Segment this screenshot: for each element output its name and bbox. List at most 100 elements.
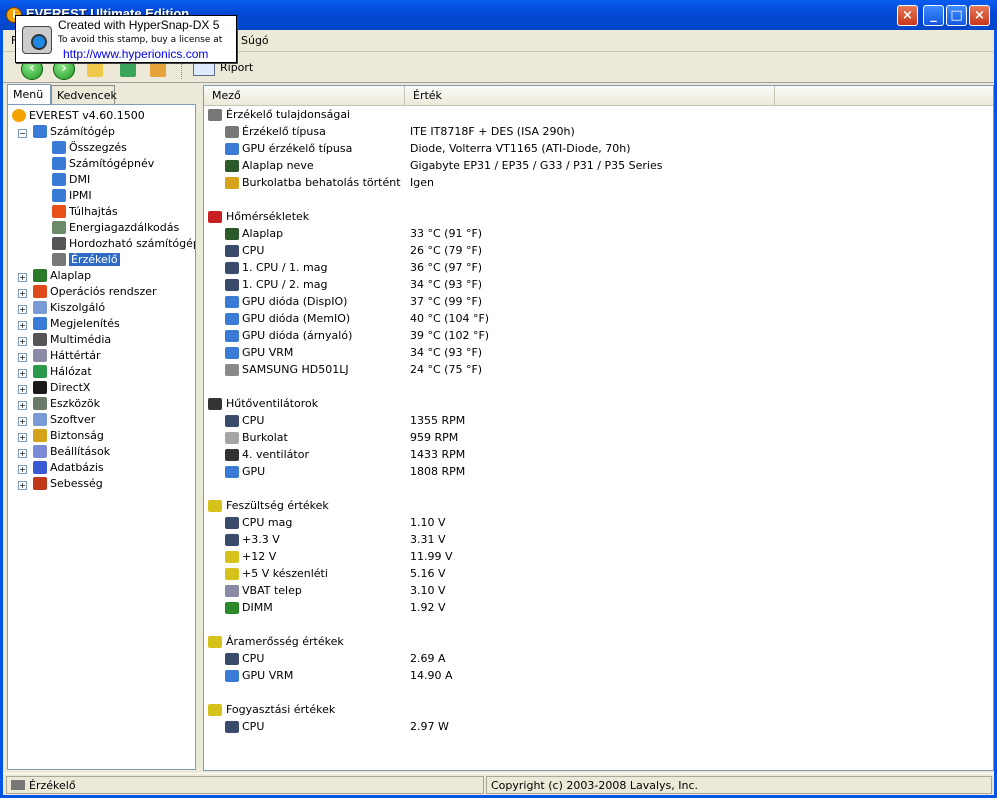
tree-item[interactable]: Háttértár <box>33 349 101 365</box>
detail-row[interactable]: +5 V készenléti 5.16 V <box>204 566 993 583</box>
tree-expander[interactable]: + <box>18 385 27 394</box>
tree-item[interactable]: Beállítások <box>33 445 110 461</box>
tree-item[interactable]: Eszközök <box>33 397 100 413</box>
column-value[interactable]: Érték <box>405 86 775 106</box>
detail-row[interactable]: CPU mag 1.10 V <box>204 515 993 532</box>
tree-item[interactable]: Multimédia <box>33 333 111 349</box>
detail-row[interactable]: Érzékelő típusa ITE IT8718F + DES (ISA 29… <box>204 124 993 141</box>
detail-row[interactable]: VBAT telep 3.10 V <box>204 583 993 600</box>
detail-value: 959 RPM <box>410 431 459 444</box>
maximize-button[interactable]: □ <box>946 5 967 26</box>
section-header[interactable]: Hőmérsékletek <box>204 209 993 226</box>
tree-item[interactable]: Számítógépnév <box>52 157 154 173</box>
detail-row[interactable]: GPU dióda (MemIO) 40 °C (104 °F) <box>204 311 993 328</box>
detail-row[interactable]: 4. ventilátor 1433 RPM <box>204 447 993 464</box>
tree-item[interactable]: Energiagazdálkodás <box>52 221 179 237</box>
gpu-icon <box>225 296 239 308</box>
tree-item[interactable]: Számítógép <box>33 125 115 141</box>
tree-expander[interactable]: + <box>18 401 27 410</box>
tree-expander[interactable]: + <box>18 481 27 490</box>
detail-row[interactable]: +12 V 11.99 V <box>204 549 993 566</box>
tree-expander[interactable]: + <box>18 465 27 474</box>
section-title: Hőmérsékletek <box>226 210 310 223</box>
tree-expander[interactable]: + <box>18 433 27 442</box>
detail-row[interactable]: CPU 2.69 A <box>204 651 993 668</box>
detail-row[interactable]: CPU 2.97 W <box>204 719 993 736</box>
detail-row[interactable]: Alaplap 33 °C (91 °F) <box>204 226 993 243</box>
tree-expander[interactable]: + <box>18 337 27 346</box>
detail-row[interactable]: 1. CPU / 2. mag 34 °C (93 °F) <box>204 277 993 294</box>
section-header[interactable]: Áramerősség értékek <box>204 634 993 651</box>
case-icon <box>225 432 239 444</box>
detail-field: GPU dióda (MemIO) <box>242 312 351 325</box>
detail-value: 5.16 V <box>410 567 446 580</box>
tree-item[interactable]: Érzékelő <box>52 253 120 269</box>
detail-row[interactable]: 1. CPU / 1. mag 36 °C (97 °F) <box>204 260 993 277</box>
detail-row[interactable]: GPU dióda (árnyaló) 39 °C (102 °F) <box>204 328 993 345</box>
detail-row[interactable]: GPU 1808 RPM <box>204 464 993 481</box>
detail-row[interactable]: GPU érzékelő típusa Diode, Volterra VT116… <box>204 141 993 158</box>
section-title: Feszültség értékek <box>226 499 329 512</box>
section-header[interactable]: Érzékelő tulajdonságai <box>204 107 993 124</box>
tab-favorites[interactable]: Kedvencek <box>51 85 117 104</box>
detail-row[interactable]: +3.3 V 3.31 V <box>204 532 993 549</box>
cpu-icon <box>225 415 239 427</box>
status-bar: Érzékelő Copyright (c) 2003-2008 Lavalys… <box>3 773 994 795</box>
tree-item[interactable]: Hordozható számítógép <box>52 237 195 253</box>
tree-expander[interactable]: + <box>18 353 27 362</box>
refresh-icon[interactable] <box>120 61 136 77</box>
tree-item[interactable]: Túlhajtás <box>52 205 118 221</box>
close-button[interactable]: × <box>969 5 990 26</box>
stamp-link[interactable]: http://www.hyperionics.com <box>63 47 208 61</box>
detail-row[interactable]: GPU VRM 14.90 A <box>204 668 993 685</box>
column-field[interactable]: Mező <box>204 86 405 106</box>
tree-item[interactable]: Megjelenítés <box>33 317 120 333</box>
tree-item[interactable]: Adatbázis <box>33 461 104 477</box>
tree-item[interactable]: EVEREST v4.60.1500 <box>12 109 145 125</box>
detail-value: 1355 RPM <box>410 414 466 427</box>
folder-up-icon[interactable] <box>87 61 103 77</box>
help-button[interactable]: × <box>897 5 918 26</box>
detail-row[interactable]: Burkolatba behatolás történt Igen <box>204 175 993 192</box>
tree-item[interactable]: Szoftver <box>33 413 95 429</box>
favorites-icon[interactable] <box>150 61 166 77</box>
detail-row[interactable]: Burkolat 959 RPM <box>204 430 993 447</box>
tab-menu[interactable]: Menü <box>7 84 51 105</box>
tree-item[interactable]: Sebesség <box>33 477 103 493</box>
navigation-tree[interactable]: EVEREST v4.60.1500− Számítógép Összegzés Sz… <box>7 104 196 770</box>
tree-expander[interactable]: + <box>18 321 27 330</box>
tree-item[interactable]: Alaplap <box>33 269 91 285</box>
tree-item[interactable]: IPMI <box>52 189 92 205</box>
computer-icon <box>33 125 47 138</box>
detail-row[interactable]: GPU dióda (DispIO) 37 °C (99 °F) <box>204 294 993 311</box>
tree-item[interactable]: Operációs rendszer <box>33 285 157 301</box>
detail-row[interactable]: GPU VRM 34 °C (93 °F) <box>204 345 993 362</box>
detail-row[interactable]: SAMSUNG HD501LJ 24 °C (75 °F) <box>204 362 993 379</box>
detail-field: Alaplap neve <box>242 159 314 172</box>
laptop-icon <box>52 237 66 250</box>
detail-row[interactable]: CPU 1355 RPM <box>204 413 993 430</box>
tree-expander[interactable]: + <box>18 289 27 298</box>
tree-item[interactable]: Hálózat <box>33 365 92 381</box>
tree-expander[interactable]: + <box>18 273 27 282</box>
detail-row[interactable]: DIMM 1.92 V <box>204 600 993 617</box>
section-header[interactable]: Feszültség értékek <box>204 498 993 515</box>
tree-expander[interactable]: + <box>18 369 27 378</box>
tree-item[interactable]: Biztonság <box>33 429 104 445</box>
cpu-icon <box>225 517 239 529</box>
minimize-button[interactable]: _ <box>923 5 944 26</box>
cpu-icon <box>225 245 239 257</box>
tree-item[interactable]: Kiszolgáló <box>33 301 105 317</box>
tree-item[interactable]: DirectX <box>33 381 90 397</box>
section-header[interactable]: Hűtőventilátorok <box>204 396 993 413</box>
menu-help[interactable]: Súgó <box>241 34 269 47</box>
tree-expander[interactable]: + <box>18 449 27 458</box>
tree-expander[interactable]: + <box>18 305 27 314</box>
tree-item[interactable]: Összegzés <box>52 141 127 157</box>
tree-expander[interactable]: + <box>18 417 27 426</box>
detail-row[interactable]: CPU 26 °C (79 °F) <box>204 243 993 260</box>
tree-item[interactable]: DMI <box>52 173 90 189</box>
section-header[interactable]: Fogyasztási értékek <box>204 702 993 719</box>
tree-expander[interactable]: − <box>18 129 27 138</box>
detail-row[interactable]: Alaplap neve Gigabyte EP31 / EP35 / G33 /… <box>204 158 993 175</box>
